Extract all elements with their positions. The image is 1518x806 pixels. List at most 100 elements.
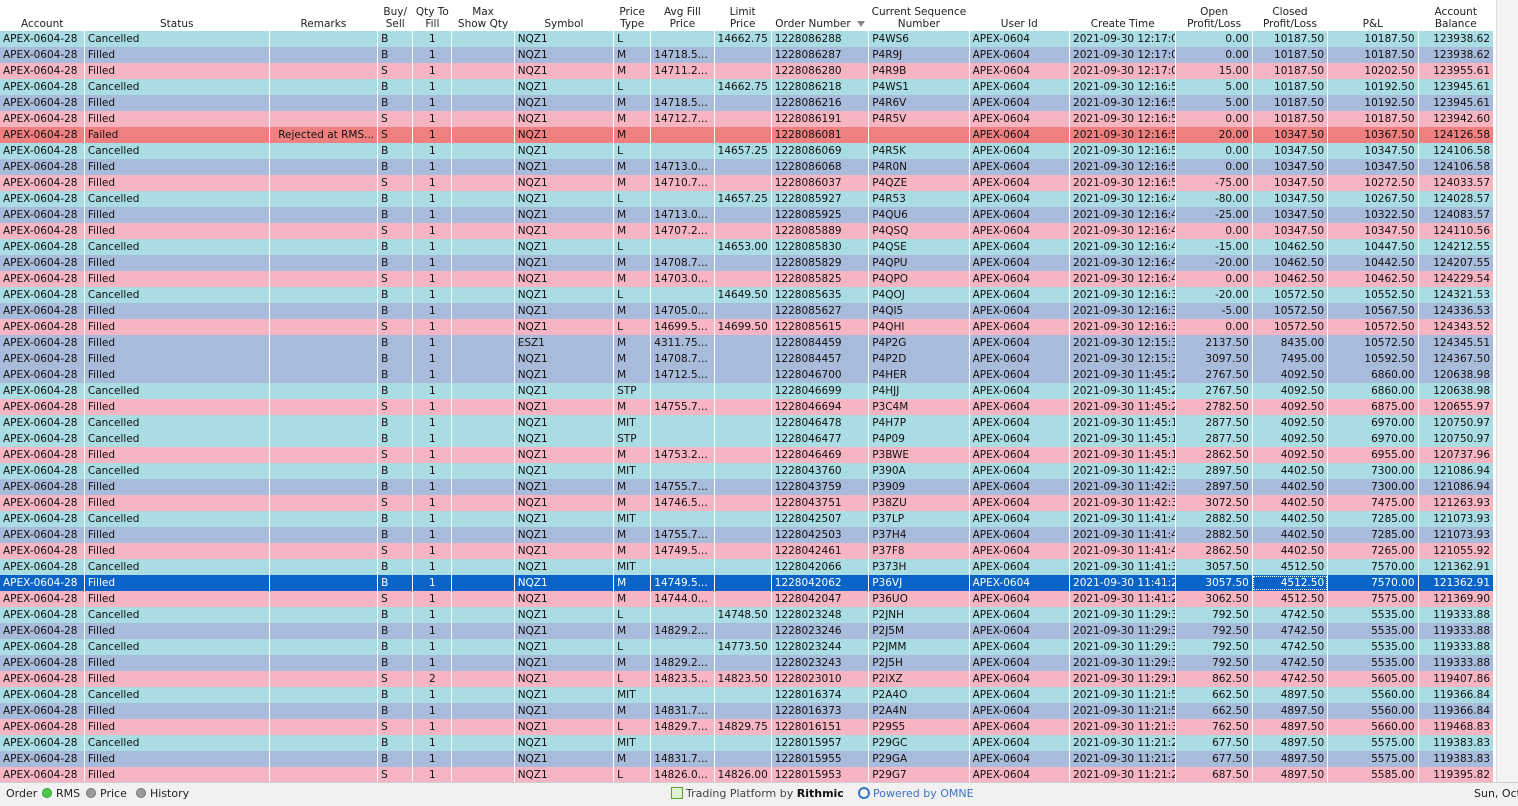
cell-time: 2021-09-30 12:16:46 bbox=[1069, 223, 1177, 239]
cell-avgfill bbox=[650, 191, 715, 207]
table-row[interactable]: APEX-0604-28 Cancelled B 1 NQZ1 MIT 1228042066… bbox=[0, 559, 1495, 575]
column-header-maxshow[interactable]: Max Show Qty bbox=[451, 0, 515, 31]
rms-status-icon bbox=[42, 788, 52, 798]
table-row[interactable]: APEX-0604-28 Filled B 1 NQZ1 M 14708.7... 12280… bbox=[0, 351, 1495, 367]
column-header-side[interactable]: Buy/ Sell bbox=[377, 0, 413, 31]
table-row[interactable]: APEX-0604-28 Cancelled B 1 NQZ1 L 14773.50 1228… bbox=[0, 639, 1495, 655]
cell-ptype: L bbox=[613, 239, 652, 255]
table-row[interactable]: APEX-0604-28 Filled S 1 NQZ1 L 14829.7... 14829… bbox=[0, 719, 1495, 735]
history-status[interactable]: History bbox=[136, 787, 189, 801]
table-row[interactable]: APEX-0604-28 Cancelled B 1 NQZ1 MIT 1228042507… bbox=[0, 511, 1495, 527]
table-row[interactable]: APEX-0604-28 Filled B 1 NQZ1 M 14829.2... 12280… bbox=[0, 655, 1495, 671]
table-row[interactable]: APEX-0604-28 Cancelled B 1 NQZ1 MIT 1228016374… bbox=[0, 687, 1495, 703]
cell-open: -80.00 bbox=[1175, 191, 1253, 207]
column-header-balance[interactable]: Account Balance bbox=[1418, 0, 1494, 31]
cell-account: APEX-0604-28 bbox=[0, 383, 85, 399]
table-row[interactable]: APEX-0604-28 Filled B 1 NQZ1 M 14755.7... 12280… bbox=[0, 479, 1495, 495]
table-row[interactable]: APEX-0604-28 Cancelled B 1 NQZ1 MIT 1228043760… bbox=[0, 463, 1495, 479]
table-row[interactable]: APEX-0604-28 Cancelled B 1 NQZ1 L 14748.50 1228… bbox=[0, 607, 1495, 623]
table-row[interactable]: APEX-0604-28 Filled S 1 NQZ1 M 14703.0... 12280… bbox=[0, 271, 1495, 287]
cell-time: 2021-09-30 11:29:12 bbox=[1069, 671, 1177, 687]
table-row[interactable]: APEX-0604-28 Filled B 1 NQZ1 M 14829.2... 12280… bbox=[0, 623, 1495, 639]
column-header-label: Limit Price bbox=[729, 6, 756, 30]
cell-status: Filled bbox=[84, 223, 270, 239]
column-header-symbol[interactable]: Symbol bbox=[514, 0, 614, 31]
table-row[interactable]: APEX-0604-28 Filled B 1 NQZ1 M 14718.5... 12280… bbox=[0, 47, 1495, 63]
cell-remarks bbox=[269, 31, 379, 47]
column-header-seq[interactable]: Current Sequence Number bbox=[868, 0, 970, 31]
table-row[interactable]: APEX-0604-28 Cancelled B 1 NQZ1 MIT 1228015957… bbox=[0, 735, 1495, 751]
table-row[interactable]: APEX-0604-28 Filled S 1 NQZ1 L 14826.0... 14826… bbox=[0, 767, 1495, 782]
table-row[interactable]: APEX-0604-28 Filled S 2 NQZ1 L 14823.5... 14823… bbox=[0, 671, 1495, 687]
cell-symbol: NQZ1 bbox=[514, 95, 615, 111]
table-row[interactable]: APEX-0604-28 Cancelled B 1 NQZ1 MIT 1228046478… bbox=[0, 415, 1495, 431]
table-row[interactable]: APEX-0604-28 Filled S 1 NQZ1 M 14749.5... 12280… bbox=[0, 543, 1495, 559]
cell-pnl: 10192.50 bbox=[1327, 79, 1419, 95]
column-header-pnl[interactable]: P&L bbox=[1327, 0, 1419, 31]
cell-closed: 4402.50 bbox=[1252, 527, 1329, 543]
table-row[interactable]: APEX-0604-28 Filled S 1 NQZ1 M 14744.0... 12280… bbox=[0, 591, 1495, 607]
column-header-order[interactable]: Order Number bbox=[771, 0, 869, 31]
column-header-status[interactable]: Status bbox=[84, 0, 270, 31]
table-row[interactable]: APEX-0604-28 Filled B 1 NQZ1 M 14708.7... 12280… bbox=[0, 255, 1495, 271]
table-row[interactable]: APEX-0604-28 Filled S 1 NQZ1 M 14711.2... 12280… bbox=[0, 63, 1495, 79]
column-header-closed[interactable]: Closed Profit/Loss bbox=[1252, 0, 1328, 31]
cell-closed: 4897.50 bbox=[1252, 687, 1329, 703]
cell-side: B bbox=[377, 207, 414, 223]
column-header-open[interactable]: Open Profit/Loss bbox=[1175, 0, 1253, 31]
cell-side: B bbox=[377, 735, 414, 751]
table-row[interactable]: APEX-0604-28 Filled S 1 NQZ1 M 14746.5... 12280… bbox=[0, 495, 1495, 511]
table-row[interactable]: APEX-0604-28 Cancelled B 1 NQZ1 STP 1228046477… bbox=[0, 431, 1495, 447]
table-row[interactable]: APEX-0604-28 Filled B 1 NQZ1 M 14831.7... 12280… bbox=[0, 751, 1495, 767]
table-row[interactable]: APEX-0604-28 Cancelled B 1 NQZ1 L 14662.75 1228… bbox=[0, 79, 1495, 95]
table-row[interactable]: APEX-0604-28 Filled B 1 NQZ1 M 14713.0... 12280… bbox=[0, 207, 1495, 223]
table-row[interactable]: APEX-0604-28 Filled B 1 NQZ1 M 14712.5... 12280… bbox=[0, 367, 1495, 383]
table-row[interactable]: APEX-0604-28 Filled B 1 NQZ1 M 14831.7... 12280… bbox=[0, 703, 1495, 719]
price-status[interactable]: Price bbox=[86, 787, 127, 801]
orders-grid[interactable]: Account Status Remarks Buy/ Sell Qty To Fill… bbox=[0, 0, 1496, 782]
table-row[interactable]: APEX-0604-28 Filled S 1 NQZ1 M 14753.2... 12280… bbox=[0, 447, 1495, 463]
cell-symbol: NQZ1 bbox=[514, 511, 615, 527]
cell-closed: 4742.50 bbox=[1252, 655, 1329, 671]
cell-side: B bbox=[377, 655, 414, 671]
table-row[interactable]: APEX-0604-28 Filled B 1 ESZ1 M 4311.75... 12280… bbox=[0, 335, 1495, 351]
table-row[interactable]: APEX-0604-28 Cancelled B 1 NQZ1 L 14649.50 1228… bbox=[0, 287, 1495, 303]
table-row[interactable]: APEX-0604-28 Filled B 1 NQZ1 M 14755.7... 12280… bbox=[0, 527, 1495, 543]
cell-qty: 1 bbox=[412, 127, 453, 143]
table-row[interactable]: APEX-0604-28 Filled B 1 NQZ1 M 14749.5... 12280… bbox=[0, 575, 1495, 591]
vertical-scrollbar[interactable] bbox=[1496, 0, 1518, 782]
cell-closed: 4402.50 bbox=[1252, 479, 1329, 495]
table-row[interactable]: APEX-0604-28 Filled S 1 NQZ1 L 14699.5... 14699… bbox=[0, 319, 1495, 335]
table-row[interactable]: APEX-0604-28 Cancelled B 1 NQZ1 L 14657.25 1228… bbox=[0, 191, 1495, 207]
table-row[interactable]: APEX-0604-28 Filled S 1 NQZ1 M 14707.2... 12280… bbox=[0, 223, 1495, 239]
cell-limit bbox=[714, 527, 772, 543]
column-header-limit[interactable]: Limit Price bbox=[714, 0, 772, 31]
cell-closed: 10187.50 bbox=[1252, 95, 1329, 111]
column-header-avgfill[interactable]: Avg Fill Price bbox=[650, 0, 715, 31]
cell-status: Filled bbox=[84, 655, 270, 671]
cell-order: 1228042062 bbox=[771, 575, 870, 591]
column-header-qty[interactable]: Qty To Fill bbox=[412, 0, 452, 31]
price-status-icon bbox=[86, 788, 96, 798]
rms-status[interactable]: RMS bbox=[42, 787, 80, 801]
table-row[interactable]: APEX-0604-28 Failed Rejected at RMS... S 1 NQ… bbox=[0, 127, 1495, 143]
cell-status: Cancelled bbox=[84, 239, 270, 255]
column-header-user[interactable]: User Id bbox=[969, 0, 1070, 31]
cell-seq: P2A4N bbox=[868, 703, 970, 719]
table-row[interactable]: APEX-0604-28 Cancelled B 1 NQZ1 L 14653.00 1228… bbox=[0, 239, 1495, 255]
table-row[interactable]: APEX-0604-28 Filled S 1 NQZ1 M 14710.7... 12280… bbox=[0, 175, 1495, 191]
cell-avgfill: 14829.2... bbox=[650, 655, 715, 671]
table-row[interactable]: APEX-0604-28 Cancelled B 1 NQZ1 STP 1228046699… bbox=[0, 383, 1495, 399]
table-row[interactable]: APEX-0604-28 Filled B 1 NQZ1 M 14705.0... 12280… bbox=[0, 303, 1495, 319]
column-header-time[interactable]: Create Time bbox=[1069, 0, 1176, 31]
column-header-account[interactable]: Account bbox=[0, 0, 85, 31]
column-header-remarks[interactable]: Remarks bbox=[269, 0, 378, 31]
table-row[interactable]: APEX-0604-28 Filled S 1 NQZ1 M 14755.7... 12280… bbox=[0, 399, 1495, 415]
table-row[interactable]: APEX-0604-28 Filled B 1 NQZ1 M 14713.0... 12280… bbox=[0, 159, 1495, 175]
table-row[interactable]: APEX-0604-28 Filled S 1 NQZ1 M 14712.7... 12280… bbox=[0, 111, 1495, 127]
column-header-ptype[interactable]: Price Type bbox=[613, 0, 651, 31]
cell-time: 2021-09-30 12:16:36 bbox=[1069, 303, 1177, 319]
table-row[interactable]: APEX-0604-28 Cancelled B 1 NQZ1 L 14662.75 1228… bbox=[0, 31, 1495, 47]
table-row[interactable]: APEX-0604-28 Filled B 1 NQZ1 M 14718.5... 12280… bbox=[0, 95, 1495, 111]
table-row[interactable]: APEX-0604-28 Cancelled B 1 NQZ1 L 14657.25 1228… bbox=[0, 143, 1495, 159]
